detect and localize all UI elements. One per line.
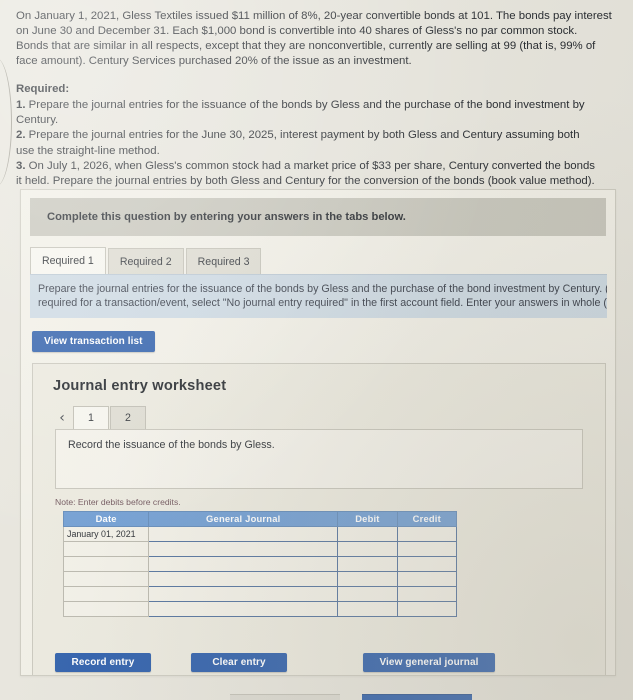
answer-card: Complete this question by entering your …	[20, 189, 616, 676]
required-item-number: 2.	[16, 129, 26, 142]
cell-debit[interactable]	[337, 600, 398, 617]
required-item-3: 3. On July 1, 2026, when Gless's common …	[16, 159, 619, 190]
cell-credit[interactable]	[396, 525, 458, 542]
debits-before-credits-note: Note: Enter debits before credits.	[55, 496, 181, 507]
worksheet-pager: ‹ 1 2 ›	[51, 405, 605, 429]
column-header-credit: Credit	[396, 510, 458, 527]
cell-credit[interactable]	[396, 600, 458, 617]
cell-debit[interactable]	[337, 525, 398, 542]
cell-date[interactable]	[62, 600, 150, 617]
cell-date[interactable]	[62, 570, 150, 587]
tab-required-3[interactable]: Required 3	[185, 248, 262, 274]
view-transaction-list-button[interactable]: View transaction list	[32, 330, 155, 352]
required-item-number: 1.	[16, 98, 26, 111]
cell-date[interactable]	[62, 585, 150, 602]
view-general-journal-button[interactable]: View general journal	[363, 652, 495, 672]
cell-credit[interactable]	[396, 555, 458, 572]
required-item-text: Prepare the journal entries for the issu…	[28, 98, 585, 111]
table-row	[62, 585, 458, 602]
required-section: Required: 1. Prepare the journal entries…	[0, 82, 633, 189]
cell-general-journal[interactable]	[148, 585, 339, 602]
clipped-bottom-buttons	[0, 694, 633, 700]
requirement-instruction: Prepare the journal entries for the issu…	[30, 274, 607, 318]
chevron-left-icon[interactable]: ‹	[51, 407, 73, 429]
table-header-row: Date General Journal Debit Credit	[62, 510, 458, 527]
column-header-debit: Debit	[337, 510, 398, 527]
cell-debit[interactable]	[337, 585, 398, 602]
cell-general-journal[interactable]	[148, 555, 339, 572]
record-entry-button[interactable]: Record entry	[55, 652, 151, 672]
required-item-2: 2. Prepare the journal entries for the J…	[16, 128, 619, 159]
complete-question-banner: Complete this question by entering your …	[30, 198, 606, 236]
cell-credit[interactable]	[396, 570, 458, 587]
worksheet-title: Journal entry worksheet	[53, 377, 227, 394]
worksheet-page-2[interactable]: 2	[110, 405, 146, 429]
required-item-text: it held. Prepare the journal entries by …	[16, 175, 595, 188]
tab-required-2[interactable]: Required 2	[107, 248, 184, 274]
cell-date[interactable]	[62, 540, 150, 557]
cell-debit[interactable]	[337, 540, 398, 557]
cell-general-journal[interactable]	[148, 525, 339, 542]
clipped-primary-button[interactable]	[362, 694, 472, 700]
column-header-date: Date	[62, 510, 150, 527]
required-item-number: 3.	[16, 159, 26, 172]
cell-credit[interactable]	[396, 585, 458, 602]
clear-entry-button[interactable]: Clear entry	[191, 652, 287, 672]
table-row: January 01, 2021	[62, 525, 458, 542]
record-prompt-text: Record the issuance of the bonds by Gles…	[68, 438, 275, 451]
tab-required-1[interactable]: Required 1	[30, 247, 106, 274]
required-heading: Required:	[16, 83, 70, 96]
table-row	[62, 570, 458, 587]
journal-entry-worksheet: Journal entry worksheet ‹ 1 2 › Record t…	[32, 362, 606, 675]
problem-line: On January 1, 2021, Gless Textiles issue…	[16, 10, 612, 22]
required-item-text: Prepare the journal entries for the June…	[28, 129, 580, 142]
cell-date[interactable]: January 01, 2021	[62, 525, 150, 542]
cell-general-journal[interactable]	[148, 540, 339, 557]
cell-debit[interactable]	[337, 555, 398, 572]
worksheet-page-1[interactable]: 1	[73, 405, 109, 429]
cell-credit[interactable]	[396, 540, 458, 557]
column-header-general-journal: General Journal	[148, 510, 339, 527]
cell-debit[interactable]	[337, 570, 398, 587]
required-item-text: Century.	[16, 113, 59, 126]
required-item-text: use the straight-line method.	[16, 144, 160, 157]
required-item-1: 1. Prepare the journal entries for the i…	[16, 98, 619, 129]
journal-entry-table: Date General Journal Debit Credit Januar…	[62, 510, 458, 617]
problem-line: on June 30 and December 31. Each $1,000 …	[16, 25, 578, 38]
instruction-line: required for a transaction/event, select…	[38, 297, 607, 310]
cell-general-journal[interactable]	[148, 600, 339, 617]
cell-general-journal[interactable]	[148, 570, 339, 587]
clipped-secondary-button[interactable]	[230, 694, 340, 700]
problem-line: face amount). Century Services purchased…	[16, 55, 412, 68]
table-row	[62, 540, 458, 557]
worksheet-action-buttons: Record entry Clear entry View general jo…	[33, 652, 605, 673]
problem-line: Bonds that are similar in all respects, …	[16, 40, 596, 53]
requirement-tabs: Required 1 Required 2 Required 3	[30, 247, 615, 274]
cell-date[interactable]	[62, 555, 150, 572]
instruction-line: Prepare the journal entries for the issu…	[38, 283, 607, 295]
problem-statement: On January 1, 2021, Gless Textiles issue…	[0, 0, 633, 69]
required-item-text: On July 1, 2026, when Gless's common sto…	[28, 159, 595, 172]
table-row	[62, 600, 458, 617]
table-row	[62, 555, 458, 572]
record-prompt-box: Record the issuance of the bonds by Gles…	[55, 428, 583, 489]
